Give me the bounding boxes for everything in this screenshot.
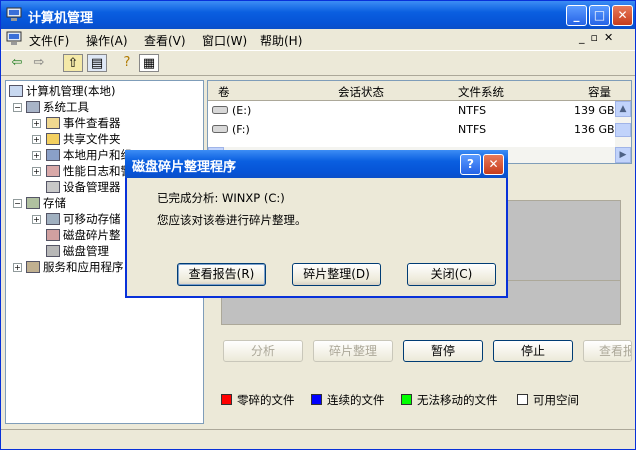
drive-icon [212,125,228,133]
defrag-icon [46,229,60,241]
scroll-right-icon[interactable]: ▶ [615,147,631,163]
tree-event-viewer[interactable]: 事件查看器 [46,115,121,131]
view-report-dialog-button[interactable]: 查看报告(R) [177,263,266,286]
expand-local-users[interactable]: + [32,151,41,160]
mdi-controls[interactable]: _▫✕ [579,31,619,44]
close-dialog-button[interactable]: 关闭(C) [407,263,496,286]
disk-management-icon [46,245,60,257]
performance-icon [46,165,60,177]
defrag-dialog: 磁盘碎片整理程序 ? ✕ 已完成分析: WINXP (C:) 您应该对该卷进行碎… [125,150,508,298]
menu-computer-icon [6,31,22,45]
menu-action[interactable]: 操作(A) [86,32,128,49]
expand-services[interactable]: + [13,263,22,272]
expand-perf-logs[interactable]: + [32,167,41,176]
legend-swatch [401,394,412,405]
scroll-up-icon[interactable]: ▲ [615,101,631,117]
users-icon [46,149,60,161]
dialog-message-recommend: 您应该对该卷进行碎片整理。 [157,213,307,227]
volume-row[interactable]: (E:) NTFS 139 GB [208,102,616,119]
maximize-button[interactable]: □ [589,5,610,26]
tools-icon [26,101,40,113]
volume-list-header: 卷 会话状态 文件系统 容量 [208,81,631,101]
tree-storage[interactable]: 存储 [26,195,66,211]
menu-bar: 文件(F) 操作(A) 查看(V) 窗口(W) 帮助(H) _▫✕ [1,29,635,49]
status-bar [1,429,635,449]
help-icon[interactable]: ? [117,54,137,72]
legend-swatch [221,394,232,405]
dialog-help-button[interactable]: ? [460,154,481,175]
tree-services[interactable]: 服务和应用程序 [26,259,124,275]
tree-local-users[interactable]: 本地用户和组 [46,147,132,163]
expand-event-viewer[interactable]: + [32,119,41,128]
collapse-storage[interactable]: − [13,199,22,208]
expand-removable[interactable]: + [32,215,41,224]
removable-storage-icon [46,213,60,225]
close-button[interactable]: ✕ [612,5,633,26]
tree-shared-folders[interactable]: 共享文件夹 [46,131,121,147]
window-title: 计算机管理 [28,11,94,26]
computer-management-icon [6,7,22,21]
tree-device-manager[interactable]: 设备管理器 [46,179,121,195]
computer-icon [9,85,23,97]
minimize-button[interactable]: _ [566,5,587,26]
col-file-system[interactable]: 文件系统 [458,84,504,100]
tree-removable-storage[interactable]: 可移动存储 [46,211,121,227]
legend-fragmented: 零碎的文件 [221,392,295,408]
pause-button[interactable]: 暂停 [403,340,483,362]
menu-file[interactable]: 文件(F) [29,32,69,49]
stop-button[interactable]: 停止 [493,340,573,362]
dialog-close-button[interactable]: ✕ [483,154,504,175]
title-bar[interactable]: 计算机管理 _ □ ✕ [1,1,635,29]
shared-folder-icon [46,133,60,145]
show-tree-icon[interactable]: ▤ [87,54,107,72]
toolbar: ⇦ ⇨ ⇧ ▤ ? ▦ [1,50,635,76]
drive-icon [212,106,228,114]
legend-contiguous: 连续的文件 [311,392,385,408]
col-volume[interactable]: 卷 [218,84,230,100]
defrag-button[interactable]: 碎片整理 [313,340,393,362]
menu-window[interactable]: 窗口(W) [202,32,247,49]
legend-swatch [517,394,528,405]
tree-perf-logs[interactable]: 性能日志和警 [46,163,132,179]
tree-system-tools[interactable]: 系统工具 [26,99,89,115]
col-capacity[interactable]: 容量 [588,84,611,100]
menu-help[interactable]: 帮助(H) [260,32,302,49]
services-icon [26,261,40,273]
device-manager-icon [46,181,60,193]
volume-row[interactable]: (F:) NTFS 136 GB [208,121,616,138]
dialog-message-analysis: 已完成分析: WINXP (C:) [157,191,285,205]
dialog-title: 磁盘碎片整理程序 [132,160,237,175]
tree-disk-defrag[interactable]: 磁盘碎片整 [46,227,121,243]
storage-icon [26,197,40,209]
menu-view[interactable]: 查看(V) [144,32,186,49]
col-session-status[interactable]: 会话状态 [338,84,384,100]
forward-arrow-icon[interactable]: ⇨ [29,54,49,72]
legend-swatch [311,394,322,405]
collapse-system-tools[interactable]: − [13,103,22,112]
defrag-dialog-button[interactable]: 碎片整理(D) [292,263,381,286]
legend-free-space: 可用空间 [517,392,579,408]
analyze-button[interactable]: 分析 [223,340,303,362]
scroll-thumb[interactable] [615,123,631,137]
dialog-title-bar[interactable]: 磁盘碎片整理程序 ? ✕ [125,150,508,178]
tree-disk-management[interactable]: 磁盘管理 [46,243,109,259]
legend-unmovable: 无法移动的文件 [401,392,498,408]
event-viewer-icon [46,117,60,129]
up-folder-icon[interactable]: ⇧ [63,54,83,72]
properties-icon[interactable]: ▦ [139,54,159,72]
tree-root[interactable]: 计算机管理(本地) [9,83,115,99]
view-report-button[interactable]: 查看报 [583,340,632,362]
back-arrow-icon[interactable]: ⇦ [7,54,27,72]
expand-shared-folders[interactable]: + [32,135,41,144]
